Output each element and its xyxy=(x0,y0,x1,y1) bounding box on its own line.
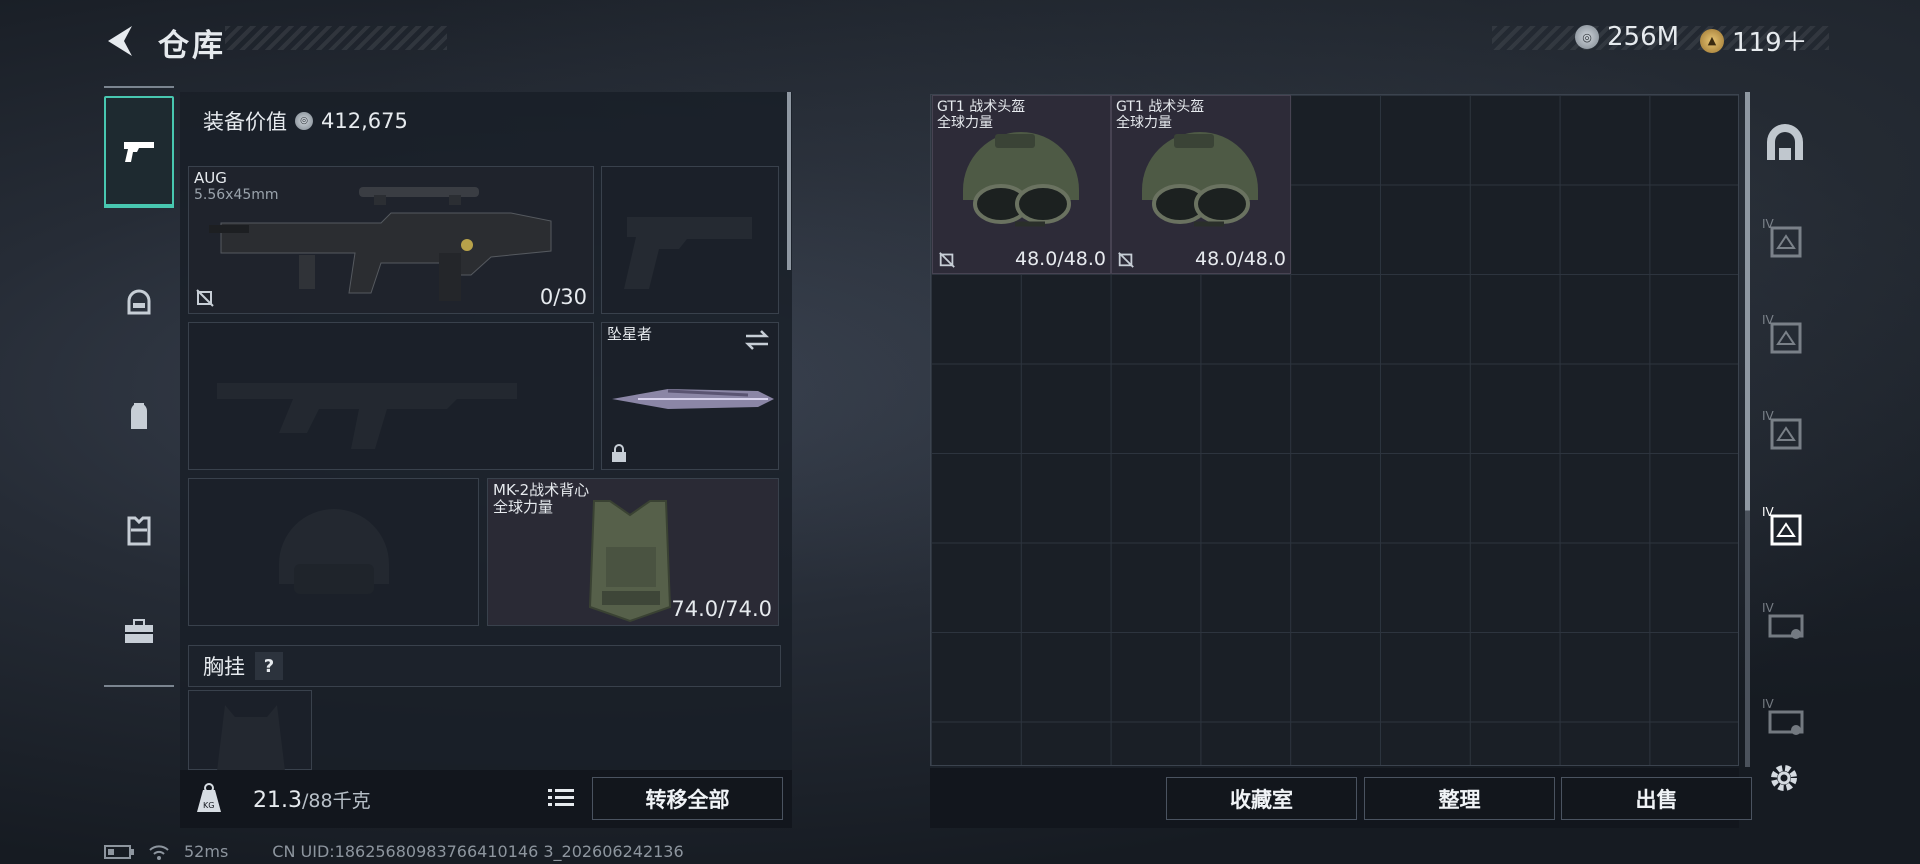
sell-button[interactable]: 出售 xyxy=(1561,777,1752,820)
armor-name: MK-2战术背心 xyxy=(493,481,590,499)
page-title: 仓库 xyxy=(158,28,226,64)
currency-gold-value: 119＋ xyxy=(1732,28,1808,58)
chest-rig-placeholder-image xyxy=(217,705,285,771)
briefcase-icon xyxy=(125,619,153,643)
vest-icon xyxy=(127,516,151,546)
rifle-placeholder-image xyxy=(217,383,517,449)
slot-armor[interactable]: MK-2战术背心 全球力量 74.0/74.0 xyxy=(487,478,779,626)
tab-helmet[interactable] xyxy=(104,248,174,358)
currency-silver[interactable]: ◎ 256M xyxy=(1575,22,1679,52)
slot-helmet[interactable] xyxy=(188,478,479,626)
helmet-icon xyxy=(127,289,151,315)
svg-text:KG: KG xyxy=(203,801,214,810)
weight-readout: 21.3/88千克 xyxy=(253,786,371,813)
slot-primary-weapon[interactable]: AUG 5.56x45mm 0/30 xyxy=(188,166,594,314)
storage-iv-icon[interactable]: IV xyxy=(1762,598,1808,644)
storage-item-helmet-2[interactable]: GT1 战术头盔 全球力量 48.0/48.0 xyxy=(1111,95,1291,274)
pistol-placeholder-image xyxy=(624,217,752,289)
list-icon xyxy=(547,789,574,806)
storage-iv-icon[interactable]: IV xyxy=(1762,694,1808,740)
no-durability-icon xyxy=(939,252,955,268)
lock-icon xyxy=(612,444,626,462)
slot-sidearm[interactable] xyxy=(601,166,779,314)
storage-iv-icon[interactable]: IV xyxy=(1762,310,1808,356)
item-durability: 48.0/48.0 xyxy=(1014,248,1106,270)
uid-text: CN UID:18625680983766410146 3_2026062421… xyxy=(272,842,684,861)
storage-tab-scrollbar[interactable] xyxy=(1745,92,1750,767)
backpack-icon xyxy=(131,403,147,429)
currency-gold[interactable]: ▲ 119＋ xyxy=(1700,22,1808,59)
transfer-all-button[interactable]: 转移全部 xyxy=(592,777,783,820)
equipment-value: 412,675 xyxy=(321,109,408,133)
slot-chest-rig[interactable] xyxy=(188,690,312,771)
no-durability-icon xyxy=(196,289,214,307)
gold-coin-icon: ▲ xyxy=(1700,28,1724,53)
silver-coin-icon: ◎ xyxy=(295,112,313,130)
storage-iv-icon[interactable]: IV xyxy=(1762,214,1808,260)
list-view-button[interactable] xyxy=(543,778,578,818)
storage-iv-icon-selected[interactable]: IV xyxy=(1762,502,1808,548)
armor-faction: 全球力量 xyxy=(493,498,554,516)
chest-rig-label: 胸挂 xyxy=(203,655,245,679)
weapon-ammo: 0/30 xyxy=(539,285,587,309)
wifi-icon xyxy=(149,844,169,860)
back-arrow-icon[interactable] xyxy=(102,22,140,60)
ping-value: 52ms xyxy=(184,842,229,861)
collection-room-button[interactable]: 收藏室 xyxy=(1166,777,1357,820)
home-vault-icon[interactable] xyxy=(1762,120,1808,166)
knife-image xyxy=(612,389,774,409)
equipment-value-row: 装备价值 ◎ 412,675 xyxy=(203,106,408,136)
svg-text:IV: IV xyxy=(1762,697,1775,711)
weight-current: 21.3 xyxy=(253,788,302,813)
help-icon[interactable]: ? xyxy=(255,652,283,680)
equipment-scrollbar[interactable] xyxy=(787,92,791,270)
slot-secondary-weapon[interactable] xyxy=(188,322,594,470)
tab-backpack[interactable] xyxy=(104,362,174,472)
swap-arrows-icon[interactable] xyxy=(744,329,770,351)
tab-case[interactable] xyxy=(104,576,174,686)
currency-silver-value: 256M xyxy=(1607,22,1680,52)
svg-text:IV: IV xyxy=(1762,601,1775,615)
tactical-helmet-image xyxy=(1142,132,1258,227)
title-decoration xyxy=(225,26,447,50)
item-name: GT1 战术头盔 xyxy=(1116,99,1205,115)
chest-rig-header: 胸挂 ? xyxy=(188,645,781,687)
pistol-icon xyxy=(124,142,154,162)
silver-coin-icon: ◎ xyxy=(1575,25,1599,49)
armor-durability: 74.0/74.0 xyxy=(671,597,772,621)
aug-rifle-image xyxy=(209,187,552,301)
slot-melee[interactable]: 坠星者 xyxy=(601,322,779,470)
vest-image xyxy=(588,500,672,623)
weight-capacity: /88千克 xyxy=(301,790,371,812)
tactical-helmet-image xyxy=(963,132,1079,227)
equipment-value-label: 装备价值 xyxy=(203,110,287,134)
battery-icon xyxy=(104,844,134,859)
no-durability-icon xyxy=(1118,252,1134,268)
storage-item-helmet-1[interactable]: GT1 战术头盔 全球力量 48.0/48.0 xyxy=(932,95,1111,274)
item-durability: 48.0/48.0 xyxy=(1194,248,1286,270)
tab-vest[interactable] xyxy=(104,474,174,584)
organize-button[interactable]: 整理 xyxy=(1364,777,1555,820)
tab-weapons[interactable] xyxy=(104,96,174,208)
helmet-placeholder-image xyxy=(279,509,389,594)
status-bar: 52ms CN UID:18625680983766410146 3_20260… xyxy=(104,842,684,861)
weight-icon: KG xyxy=(194,782,224,814)
equipment-category-tabs xyxy=(104,86,174,687)
storage-iv-icon[interactable]: IV xyxy=(1762,406,1808,452)
melee-name: 坠星者 xyxy=(607,325,653,343)
gear-icon[interactable] xyxy=(1766,760,1802,796)
item-name: GT1 战术头盔 xyxy=(937,99,1026,115)
